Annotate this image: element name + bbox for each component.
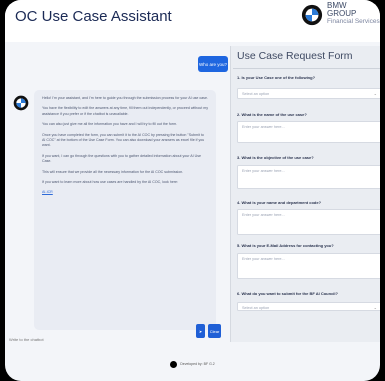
clear-button[interactable]: Clear [208,324,221,338]
question-1-select[interactable]: Select an option ⌄ [237,88,380,99]
ai-icr-link[interactable]: AI-ICR [42,190,53,194]
app-title: OC Use Case Assistant [15,8,172,25]
bmw-logo-icon [301,4,323,26]
question-6-select[interactable]: Select an option ⌄ [237,302,380,311]
question-3-label: 3. What is the objective of the use case… [237,155,314,160]
bot-paragraph: Hello! I'm your assistant, and I'm here … [42,96,208,100]
app-window: OC Use Case Assistant BMW GROUP Financia… [5,0,380,381]
footer: Developed by: BF G.2 [5,355,380,373]
question-6-placeholder: Select an option [242,306,270,310]
form-title: Use Case Request Form [237,50,353,62]
footer-text: Developed by: BF G.2 [180,362,215,366]
bot-paragraph: If you want, I can go through the questi… [42,153,202,164]
question-4-textarea[interactable]: Enter your answer here... [237,209,380,235]
bot-paragraph: You can also just give me all the inform… [42,122,178,127]
bot-message: Hello! I'm your assistant, and I'm here … [34,90,216,330]
send-button[interactable]: ➤ [196,324,205,338]
question-6-label: 6. What do you want to submit for the BF… [237,291,338,296]
brand-block: BMW GROUP Financial Services [327,2,380,26]
question-2-textarea[interactable]: Enter your answer here... [237,121,380,143]
bot-paragraph: You have the flexibility to edit the ans… [42,106,209,116]
footer-logo-icon [170,360,178,368]
form-divider [233,68,380,69]
app-header: OC Use Case Assistant BMW GROUP Financia… [5,0,380,42]
chevron-down-icon: ⌄ [373,91,377,96]
bot-paragraph: If you want to learn more about how use … [42,180,179,185]
bot-paragraph: This will ensure that we provide all the… [42,169,184,174]
bot-paragraph: Once you have completed the form, you ca… [42,132,205,148]
question-2-label: 2. What is the name of the use case? [237,112,307,117]
question-1-label: 1. Is your Use Case one of the following… [237,75,316,80]
brand-line2: GROUP [327,9,357,18]
question-5-textarea[interactable]: Enter your answer here... [237,253,380,279]
chat-input[interactable] [7,333,201,345]
chevron-down-icon: ⌄ [373,305,377,310]
question-3-textarea[interactable]: Enter your answer here... [237,165,380,189]
question-1-placeholder: Select an option [242,92,270,96]
question-5-label: 5. What is your E-Mail Address for conta… [237,243,334,248]
user-message-bubble: Who are you? [198,56,228,72]
brand-line3: Financial Services [327,18,380,25]
question-4-label: 4. What is your name and department code… [237,200,322,205]
bot-avatar-icon [13,95,29,111]
